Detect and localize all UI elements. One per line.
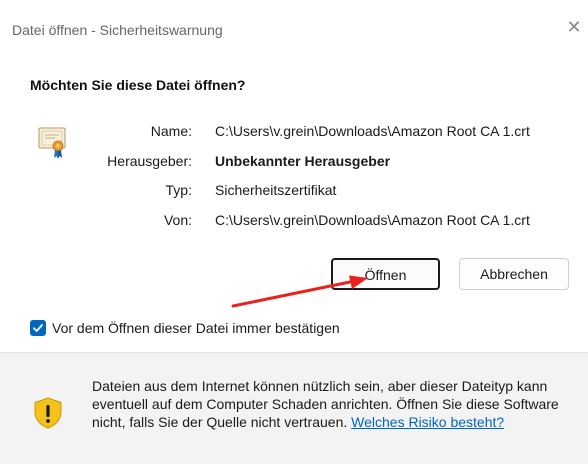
security-warning-dialog: Datei öffnen - Sicherheitswarnung ✕ Möch… (0, 0, 588, 464)
warning-message: Dateien aus dem Internet können nützlich… (92, 377, 588, 431)
window-title: Datei öffnen - Sicherheitswarnung (12, 22, 223, 38)
from-value: C:\Users\v.grein\Downloads\Amazon Root C… (215, 212, 530, 228)
always-confirm-checkbox[interactable] (30, 320, 46, 336)
type-label: Typ: (165, 182, 192, 198)
cancel-button[interactable]: Abbrechen (459, 258, 569, 290)
shield-warning-icon (33, 397, 63, 429)
name-label: Name: (150, 123, 192, 139)
risk-info-link[interactable]: Welches Risiko besteht? (351, 414, 504, 430)
always-confirm-label[interactable]: Vor dem Öffnen dieser Datei immer bestät… (52, 320, 340, 336)
publisher-label: Herausgeber: (107, 153, 192, 169)
close-icon: ✕ (566, 17, 582, 37)
certificate-icon (38, 126, 68, 160)
title-bar: Datei öffnen - Sicherheitswarnung ✕ (0, 0, 588, 58)
always-confirm-checkbox-row[interactable]: Vor dem Öffnen dieser Datei immer bestät… (30, 319, 340, 337)
name-value: C:\Users\v.grein\Downloads\Amazon Root C… (215, 123, 530, 139)
publisher-value: Unbekannter Herausgeber (215, 153, 391, 169)
dialog-heading: Möchten Sie diese Datei öffnen? (30, 77, 246, 93)
open-button[interactable]: Öffnen (331, 258, 440, 290)
from-label: Von: (163, 212, 192, 228)
warning-footer: Dateien aus dem Internet können nützlich… (0, 352, 588, 464)
checkmark-icon (33, 324, 43, 332)
close-button[interactable]: ✕ (560, 12, 588, 42)
type-value: Sicherheitszertifikat (215, 182, 337, 198)
